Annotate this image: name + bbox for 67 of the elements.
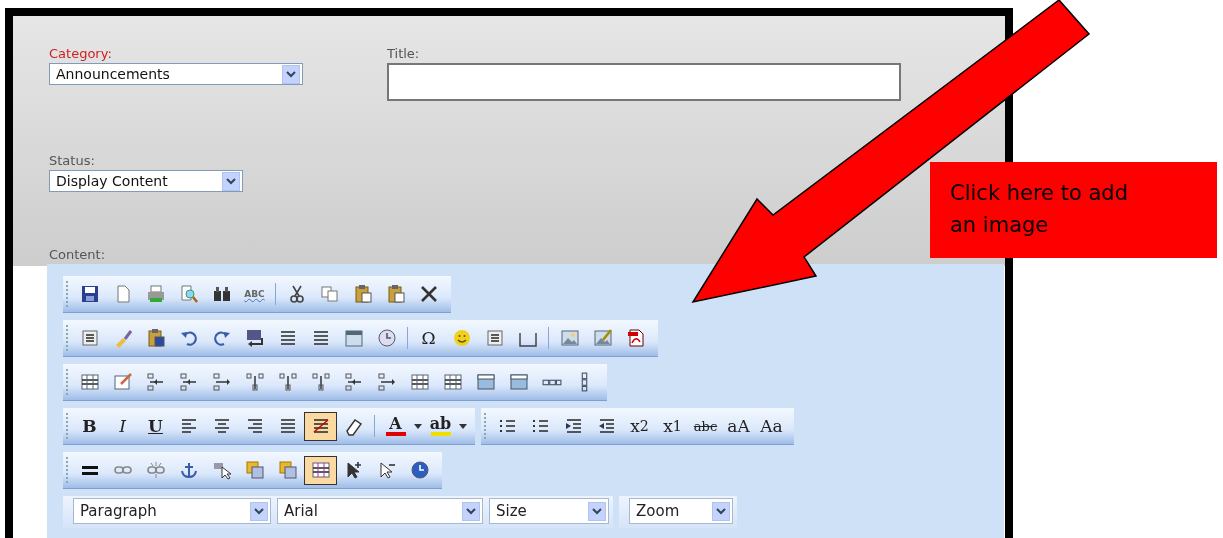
frame-icon — [79, 328, 100, 348]
grid-button[interactable] — [304, 455, 337, 485]
smiley-icon — [451, 328, 472, 348]
format-select[interactable]: Arial — [277, 498, 483, 524]
callout-text: Click here to add an image — [930, 162, 1217, 258]
close-icon — [418, 284, 439, 304]
pdf-file-icon — [625, 328, 646, 348]
clipboard-icon — [385, 284, 406, 304]
format-select[interactable]: Size — [489, 498, 609, 524]
field-label: Category: — [49, 46, 113, 61]
indent-icon — [563, 416, 584, 436]
pointer-icon — [211, 460, 232, 480]
grid-icon — [409, 372, 430, 392]
title-field[interactable] — [387, 63, 901, 101]
symbol-button[interactable]: Ω — [412, 323, 445, 353]
symbol-button[interactable]: Aa — [755, 411, 788, 441]
image-pencil-icon — [592, 328, 613, 348]
spelling-button[interactable]: ABC — [238, 279, 271, 309]
italic-button[interactable]: I — [106, 411, 139, 441]
grid-icon — [310, 460, 331, 480]
anchor-icon — [178, 460, 199, 480]
field-label: Title: — [387, 46, 421, 61]
column-arrow-icon — [343, 372, 364, 392]
caret-icon — [414, 423, 422, 429]
column-arrow-icon — [211, 372, 232, 392]
table-pencil-icon — [112, 372, 133, 392]
document-icon — [484, 328, 505, 348]
category-select[interactable]: Announcements — [49, 63, 303, 85]
color-button[interactable]: A — [379, 411, 412, 441]
field-label: Content: — [49, 247, 106, 262]
broken-link-icon — [145, 460, 166, 480]
status-select[interactable]: Display Content — [49, 170, 243, 192]
column-arrow-icon — [376, 372, 397, 392]
panel-icon — [508, 372, 529, 392]
field-label: Status: — [49, 153, 96, 168]
bold-button[interactable]: B — [73, 411, 106, 441]
row-arrow-icon — [244, 372, 265, 392]
layers-icon — [277, 460, 298, 480]
table-icon — [79, 372, 100, 392]
column-arrow-icon — [178, 372, 199, 392]
zigzag-lines-button[interactable] — [304, 411, 337, 441]
printer-icon — [145, 284, 166, 304]
format-select[interactable]: Zoom — [629, 498, 733, 524]
row-arrow-icon — [277, 372, 298, 392]
binoculars-icon — [211, 284, 232, 304]
strikethrough-button[interactable]: abc — [689, 411, 722, 441]
image-icon — [559, 328, 580, 348]
color-letter: A — [385, 416, 406, 436]
symbol-button[interactable]: aA — [722, 411, 755, 441]
column-arrow-icon — [145, 372, 166, 392]
copy-icon — [319, 284, 340, 304]
row-arrow-icon — [310, 372, 331, 392]
return-arrow-icon — [244, 328, 265, 348]
clock-icon — [376, 328, 397, 348]
eraser-icon — [343, 416, 364, 436]
magnifier-icon — [178, 284, 199, 304]
layers-icon — [244, 460, 265, 480]
clipboard-icon — [145, 328, 166, 348]
clipboard-icon — [352, 284, 373, 304]
underline-button[interactable]: U — [139, 411, 172, 441]
cells-icon — [541, 378, 562, 386]
cells-icon — [581, 372, 588, 392]
panel-icon — [475, 372, 496, 392]
grid-icon — [442, 372, 463, 392]
caret-icon — [459, 423, 467, 429]
calendar-icon — [343, 328, 364, 348]
format-select[interactable]: Paragraph — [73, 498, 271, 524]
